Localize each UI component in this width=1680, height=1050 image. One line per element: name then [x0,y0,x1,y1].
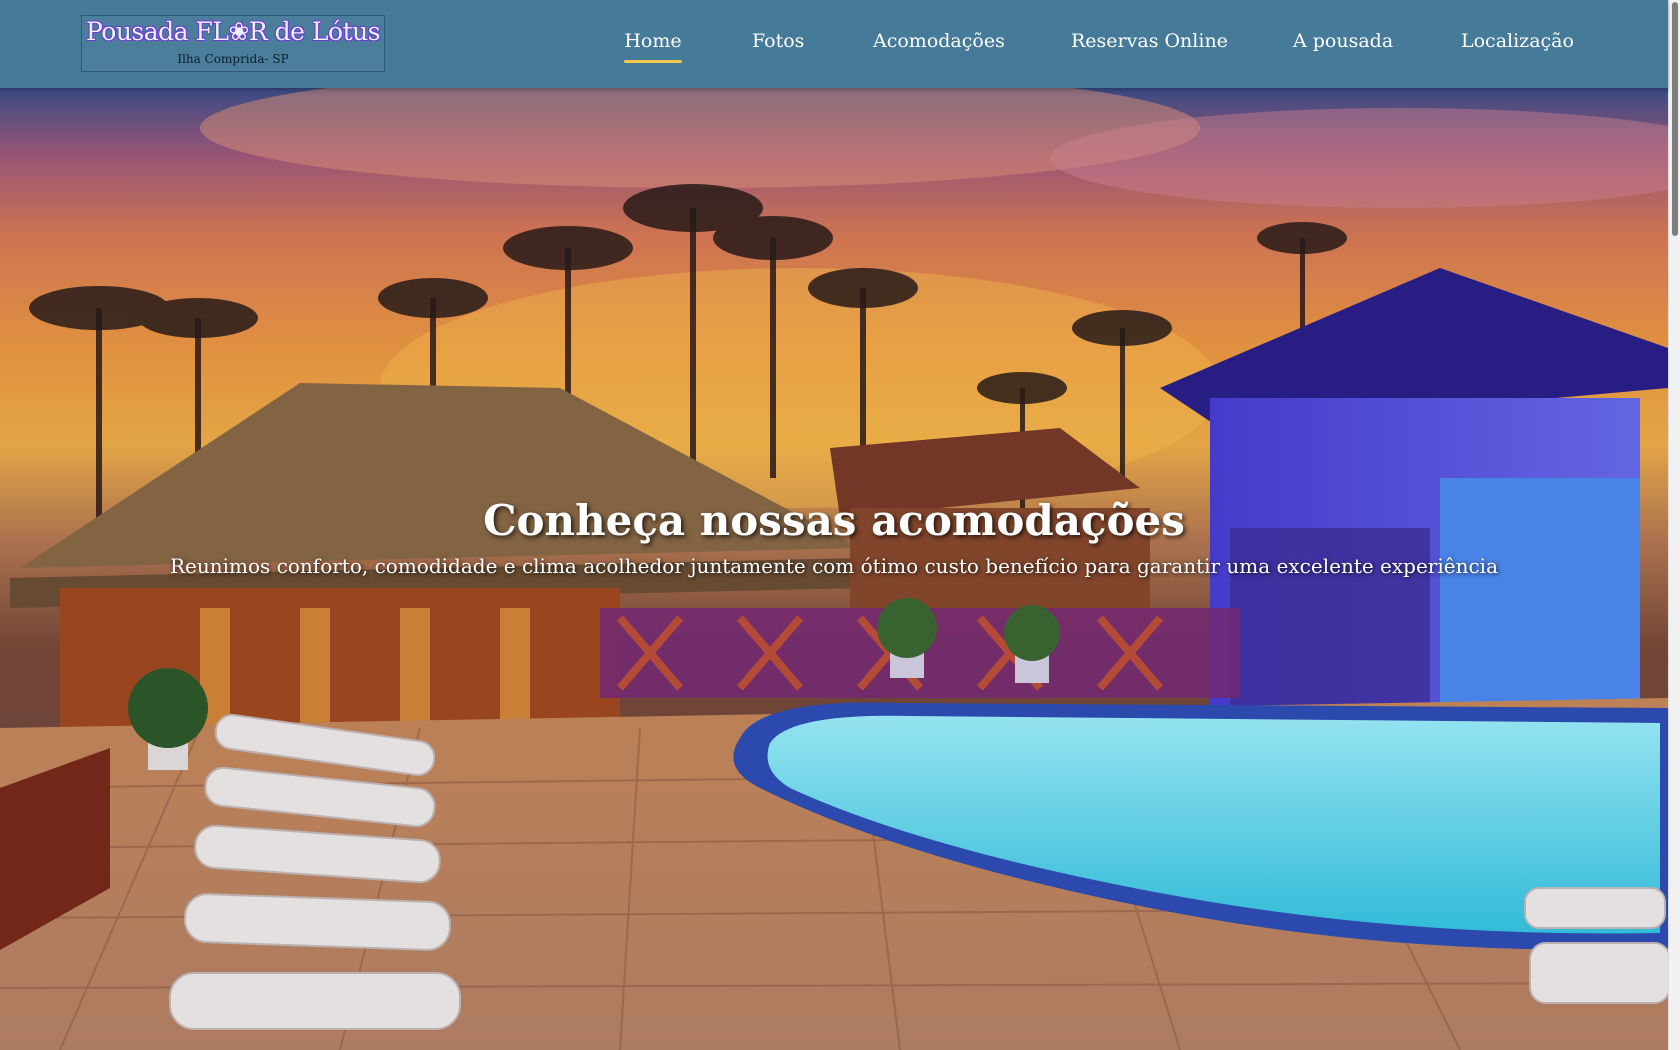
nav-item-localizacao[interactable]: Localização [1461,30,1574,60]
scrollbar-thumb[interactable] [1672,2,1678,236]
hero-subtitle: Reunimos conforto, comodidade e clima ac… [170,554,1498,578]
top-navbar: Pousada FL❀R de Lótus Ilha Comprida- SP … [0,0,1668,88]
hero-banner: Conheça nossas acomodações Reunimos conf… [0,88,1668,1050]
page-scrollbar[interactable] [1668,0,1680,1050]
nav-item-fotos[interactable]: Fotos [752,30,804,60]
nav-item-reservas-online[interactable]: Reservas Online [1071,30,1228,60]
nav-item-a-pousada[interactable]: A pousada [1293,30,1393,60]
nav-item-home[interactable]: Home [624,30,682,63]
hero-title: Conheça nossas acomodações [483,496,1185,545]
site-logo[interactable]: Pousada FL❀R de Lótus Ilha Comprida- SP [81,15,385,72]
logo-subtitle: Ilha Comprida- SP [177,52,289,66]
nav-item-acomodacoes[interactable]: Acomodações [873,30,1005,60]
logo-title: Pousada FL❀R de Lótus [85,17,381,46]
